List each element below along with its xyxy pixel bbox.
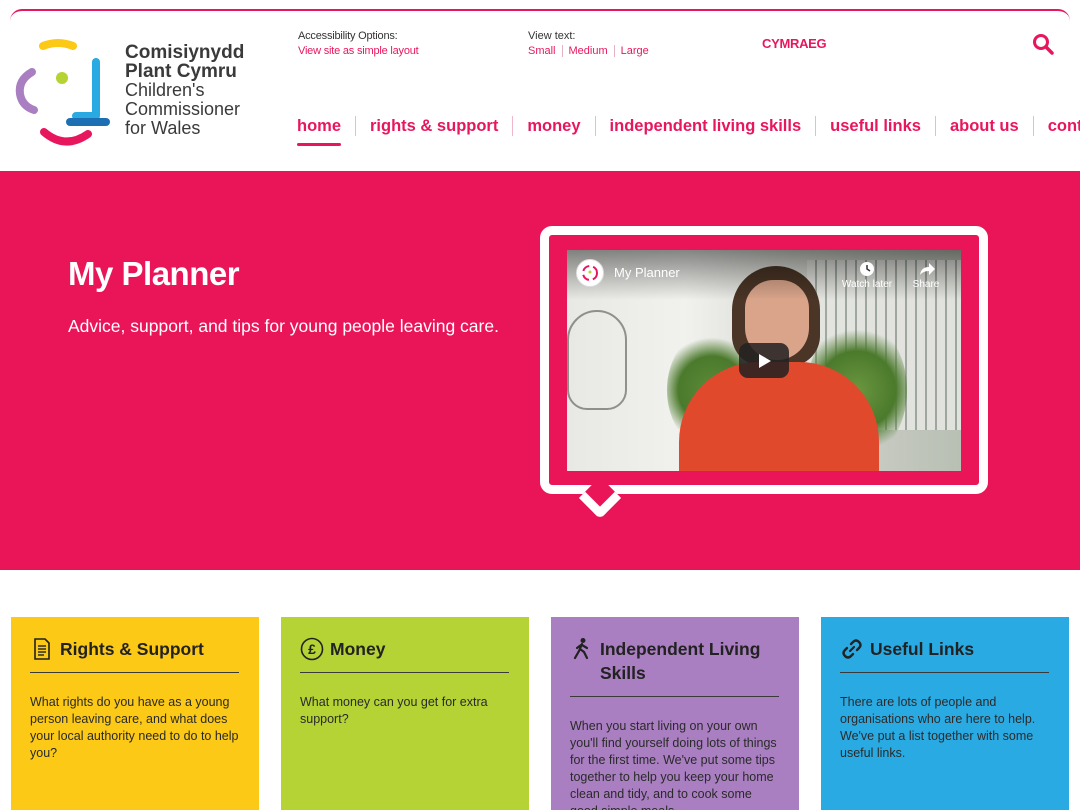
nav-item-home[interactable]: home [297, 116, 355, 146]
card-money[interactable]: £ Money What money can you get for extra… [281, 617, 529, 810]
link-icon [842, 639, 862, 659]
pound-coin-icon: £ [300, 637, 324, 661]
nav-item-rights-support[interactable]: rights & support [355, 116, 512, 136]
accessibility-title: Accessibility Options: [298, 30, 398, 42]
video-player[interactable]: My Planner Watch later Share [567, 250, 961, 471]
card-description: What money can you get for extra support… [300, 695, 488, 726]
play-button[interactable] [739, 343, 789, 378]
nav-item-money[interactable]: money [512, 116, 594, 136]
org-name-english-line2: Commissioner [125, 99, 241, 119]
video-thumbnail-drawing [567, 310, 627, 410]
main-nav: home rights & support money independent … [297, 116, 1080, 146]
card-header: £ Money [300, 637, 509, 673]
card-description: What rights do you have as a young perso… [30, 695, 239, 760]
channel-avatar-icon[interactable] [576, 259, 604, 287]
card-useful-links[interactable]: Useful Links There are lots of people an… [821, 617, 1069, 810]
walking-person-icon [573, 638, 589, 660]
share-label: Share [912, 279, 940, 290]
card-header: Useful Links [840, 637, 1049, 673]
card-independent-living-skills[interactable]: Independent Living Skills When you start… [551, 617, 799, 810]
card-rights-support[interactable]: Rights & Support What rights do you have… [11, 617, 259, 810]
text-size-options: Small Medium Large [528, 45, 661, 57]
org-name-english-line3: for Wales [125, 118, 201, 138]
video-title[interactable]: My Planner [614, 265, 680, 280]
org-name: Comisiynydd Plant Cymru Children's Commi… [125, 43, 244, 138]
org-name-welsh: Comisiynydd [125, 42, 245, 63]
card-description: There are lots of people and organisatio… [840, 695, 1036, 760]
watch-later-label: Watch later [841, 279, 893, 290]
logo-face-icon [15, 39, 110, 146]
share-button[interactable]: Share [896, 260, 956, 290]
hero-subtitle: Advice, support, and tips for young peop… [68, 316, 499, 336]
card-title: Money [330, 639, 386, 659]
nav-item-independent-living-skills[interactable]: independent living skills [594, 116, 816, 136]
card-title: Independent Living Skills [600, 639, 761, 683]
org-name-english: Children's [125, 80, 205, 100]
text-size-medium-link[interactable]: Medium [569, 45, 615, 57]
document-icon [34, 638, 50, 660]
nav-item-about-us[interactable]: about us [934, 116, 1033, 136]
search-icon [1033, 34, 1054, 55]
logo-face-icon [582, 265, 598, 281]
simple-layout-link[interactable]: View site as simple layout [298, 45, 419, 57]
card-title: Useful Links [870, 639, 975, 659]
nav-item-useful-links[interactable]: useful links [815, 116, 935, 136]
hero-banner: My Planner Advice, support, and tips for… [0, 171, 1080, 570]
text-size-large-link[interactable]: Large [621, 45, 655, 57]
clock-icon [860, 262, 874, 276]
language-toggle-link[interactable]: CYMRAEG [762, 36, 827, 51]
card-header: Independent Living Skills [570, 637, 779, 697]
view-text-options: View text: Small Medium Large [528, 30, 661, 57]
svg-text:£: £ [308, 641, 316, 657]
org-name-welsh-line2: Plant Cymru [125, 61, 237, 82]
share-arrow-icon [920, 263, 935, 275]
view-text-title: View text: [528, 30, 576, 42]
card-header: Rights & Support [30, 637, 239, 673]
text-size-small-link[interactable]: Small [528, 45, 563, 57]
header-top-border [10, 9, 1070, 29]
nav-item-contact[interactable]: contact [1032, 116, 1080, 136]
accessibility-options: Accessibility Options: View site as simp… [298, 30, 419, 57]
card-description: When you start living on your own you'll… [570, 719, 777, 810]
page-title: My Planner [68, 255, 240, 292]
search-button[interactable] [1032, 33, 1054, 55]
watch-later-button[interactable]: Watch later [837, 260, 897, 290]
card-title: Rights & Support [60, 639, 204, 659]
